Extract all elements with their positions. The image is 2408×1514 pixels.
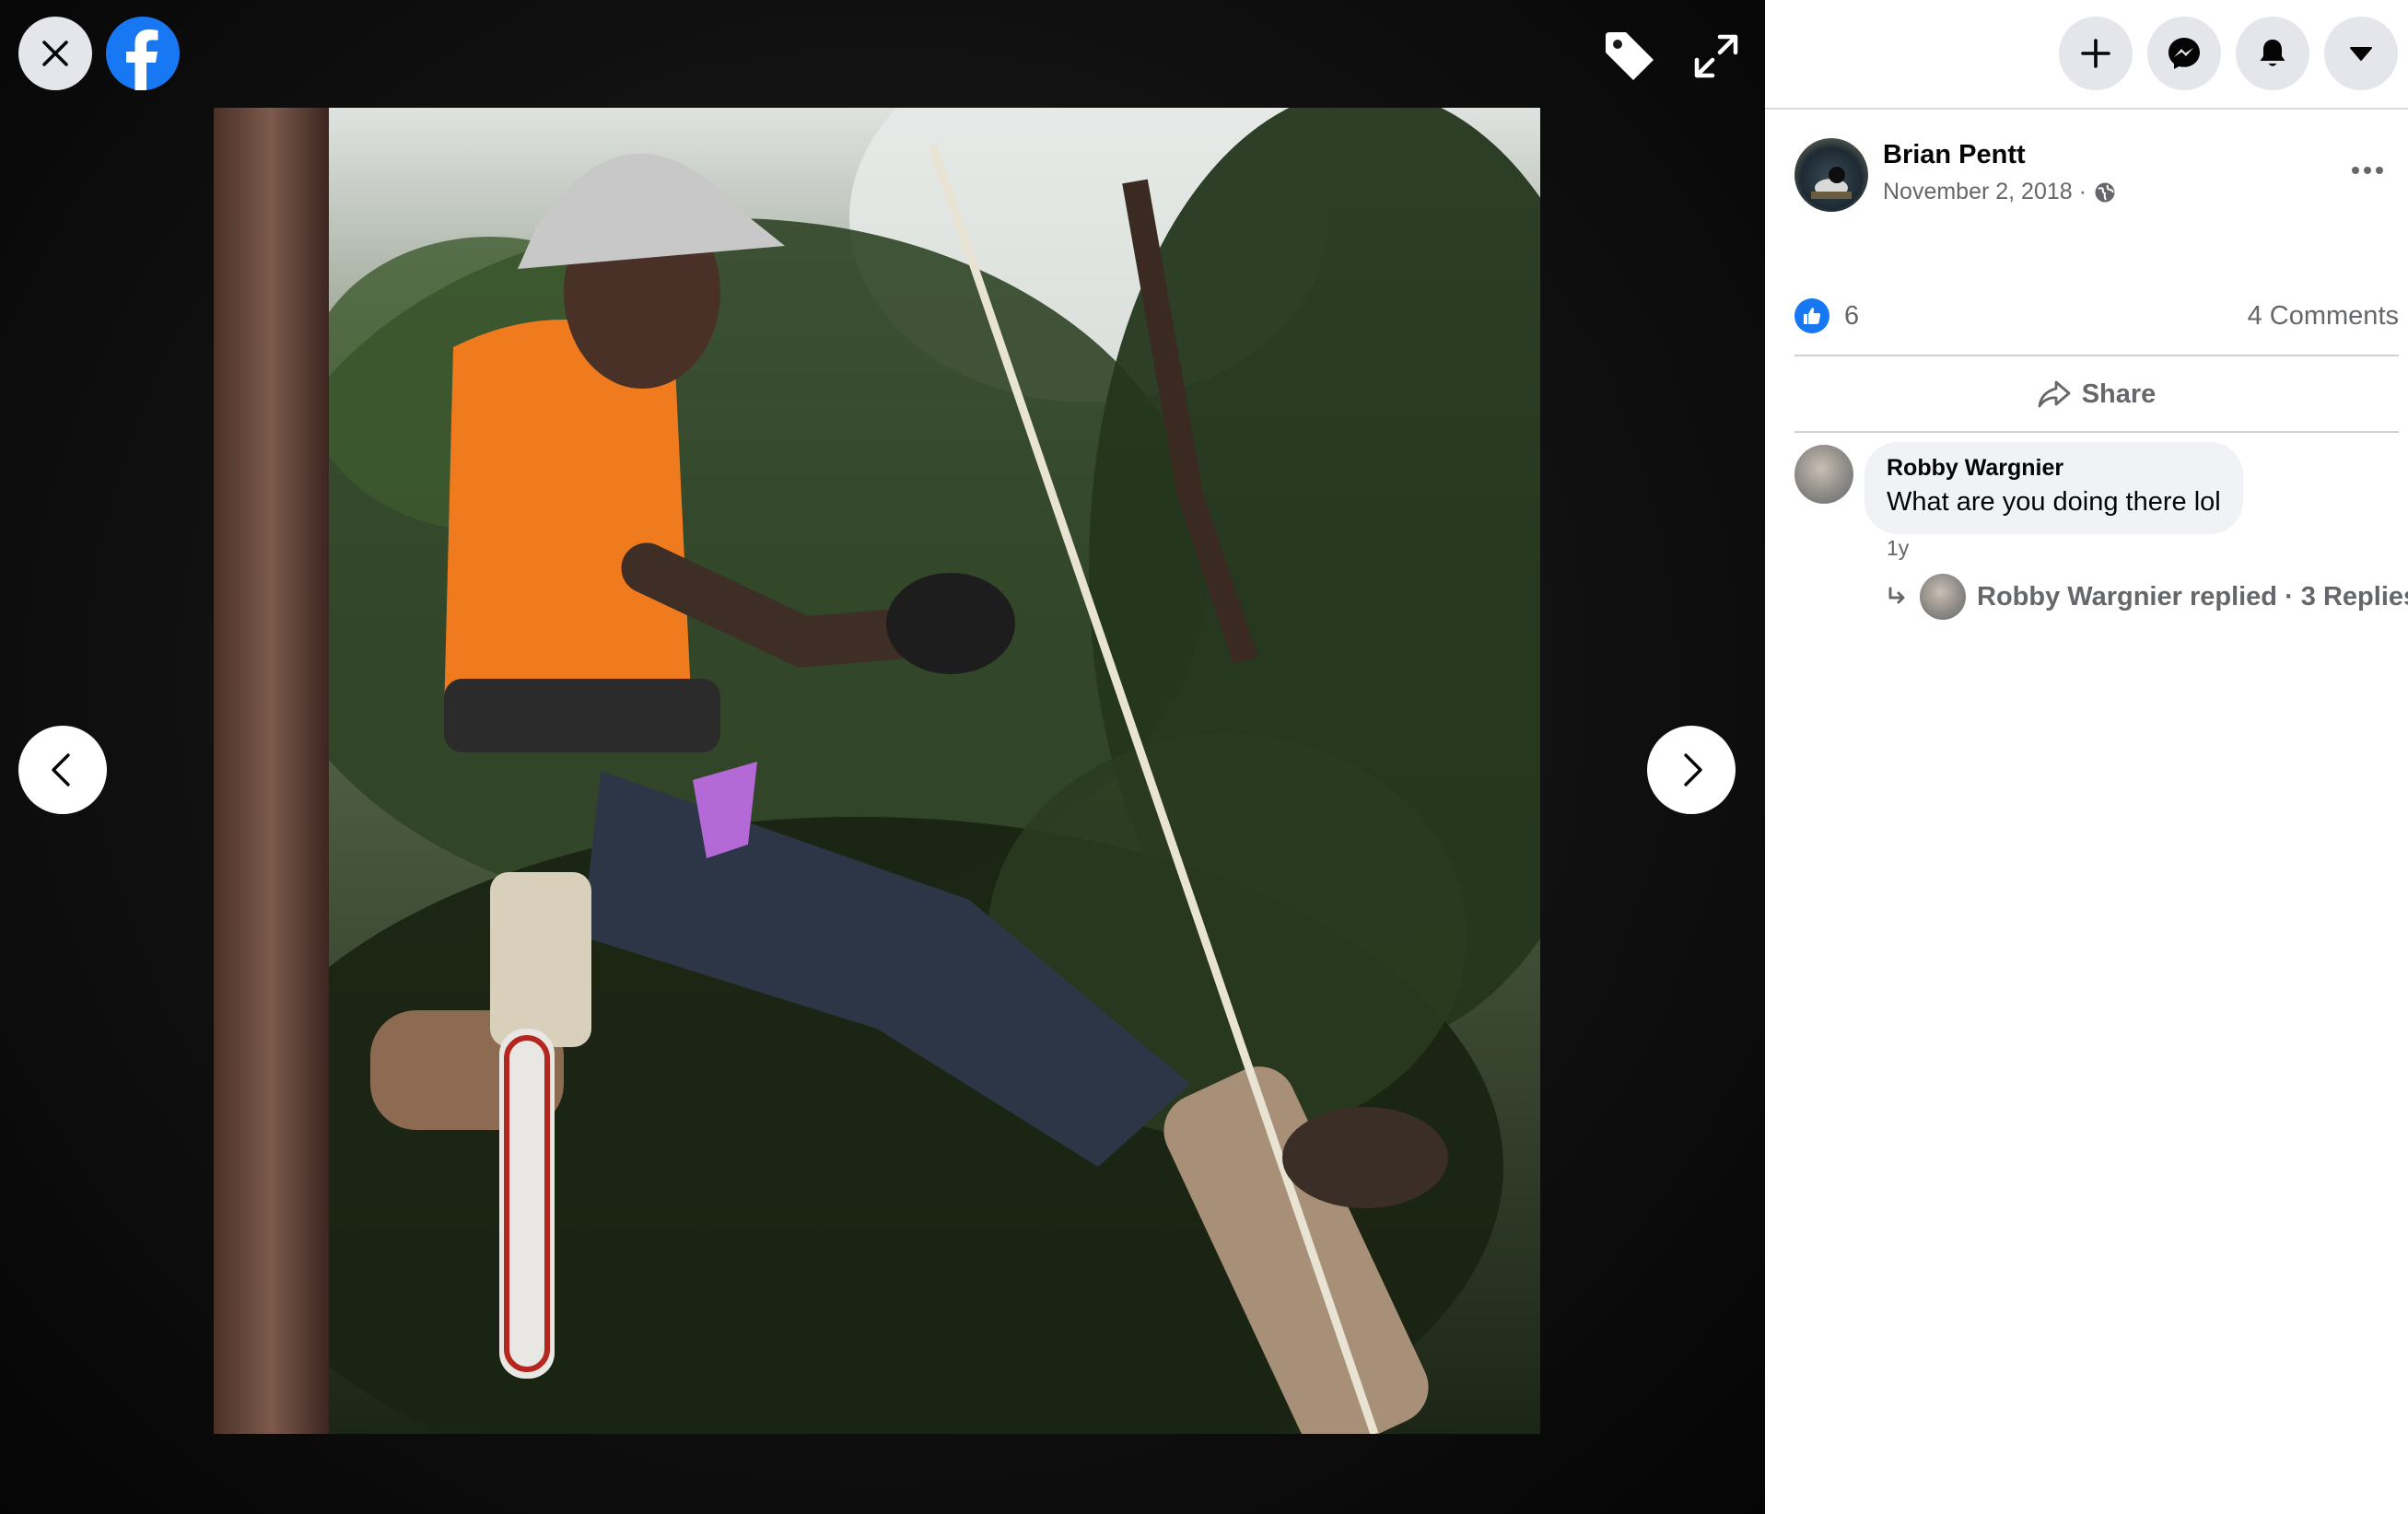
chevron-right-icon <box>1684 753 1702 786</box>
share-label: Share <box>2081 378 2157 409</box>
post-header: Brian Pentt November 2, 2018 · <box>1794 138 2384 212</box>
share-icon <box>2038 380 2071 408</box>
post-photo <box>214 108 1540 1434</box>
close-icon <box>42 41 68 66</box>
divider <box>1794 355 2399 356</box>
commenter-avatar[interactable] <box>1794 445 1853 504</box>
create-button[interactable] <box>2059 17 2133 90</box>
tag-button[interactable] <box>1597 24 1662 88</box>
reactions-bar: 6 4 Comments <box>1794 297 2399 337</box>
close-button[interactable] <box>18 17 92 90</box>
top-navigation <box>1765 0 2408 110</box>
photo-illustration <box>214 108 1540 1434</box>
chevron-left-icon <box>52 753 70 786</box>
like-reaction-icon[interactable] <box>1794 298 1829 333</box>
comment-bubble: Robby Wargnier What are you doing there … <box>1864 442 2243 534</box>
replies-text: Robby Wargnier replied · 3 Replies <box>1977 581 2408 611</box>
post-author-name[interactable]: Brian Pentt <box>1883 140 2026 170</box>
messenger-button[interactable] <box>2147 17 2221 90</box>
avatar-image <box>1811 167 1852 199</box>
reply-avatar <box>1920 574 1966 620</box>
more-icon <box>2352 167 2383 174</box>
reply-arrow-icon <box>1888 587 1905 604</box>
share-button[interactable]: Share <box>1794 361 2399 427</box>
tag-icon <box>1606 32 1654 80</box>
globe-icon[interactable] <box>2094 181 2116 204</box>
expand-icon <box>1694 34 1738 78</box>
next-photo-button[interactable] <box>1647 726 1736 814</box>
view-replies-link[interactable]: Robby Wargnier replied · 3 Replies <box>1887 571 2408 623</box>
comment-text: What are you doing there lol <box>1887 487 2221 517</box>
thumbs-up-icon <box>1804 308 1821 324</box>
plus-icon <box>2081 39 2110 68</box>
comments-count-link[interactable]: 4 Comments <box>2248 301 2399 332</box>
caret-down-icon <box>2350 47 2372 61</box>
post-date: November 2, 2018 · <box>1883 179 2116 205</box>
notifications-button[interactable] <box>2236 17 2309 90</box>
comment-author[interactable]: Robby Wargnier <box>1887 455 2221 482</box>
bell-icon <box>2260 40 2285 66</box>
facebook-logo-icon[interactable] <box>106 17 180 90</box>
author-avatar[interactable] <box>1794 138 1868 212</box>
post-details-panel: Brian Pentt November 2, 2018 · 6 4 Comme… <box>1765 0 2408 1514</box>
like-count[interactable]: 6 <box>1844 301 1859 332</box>
divider <box>1794 431 2399 433</box>
account-menu-button[interactable] <box>2324 17 2398 90</box>
expand-button[interactable] <box>1684 24 1748 88</box>
previous-photo-button[interactable] <box>18 726 107 814</box>
post-options-button[interactable] <box>2342 147 2393 193</box>
post-date-text[interactable]: November 2, 2018 · <box>1883 179 2087 205</box>
comment-timestamp[interactable]: 1y <box>1887 536 1909 561</box>
messenger-icon <box>2168 38 2200 69</box>
facebook-f-icon <box>126 29 158 90</box>
photo-viewer <box>0 0 1765 1514</box>
